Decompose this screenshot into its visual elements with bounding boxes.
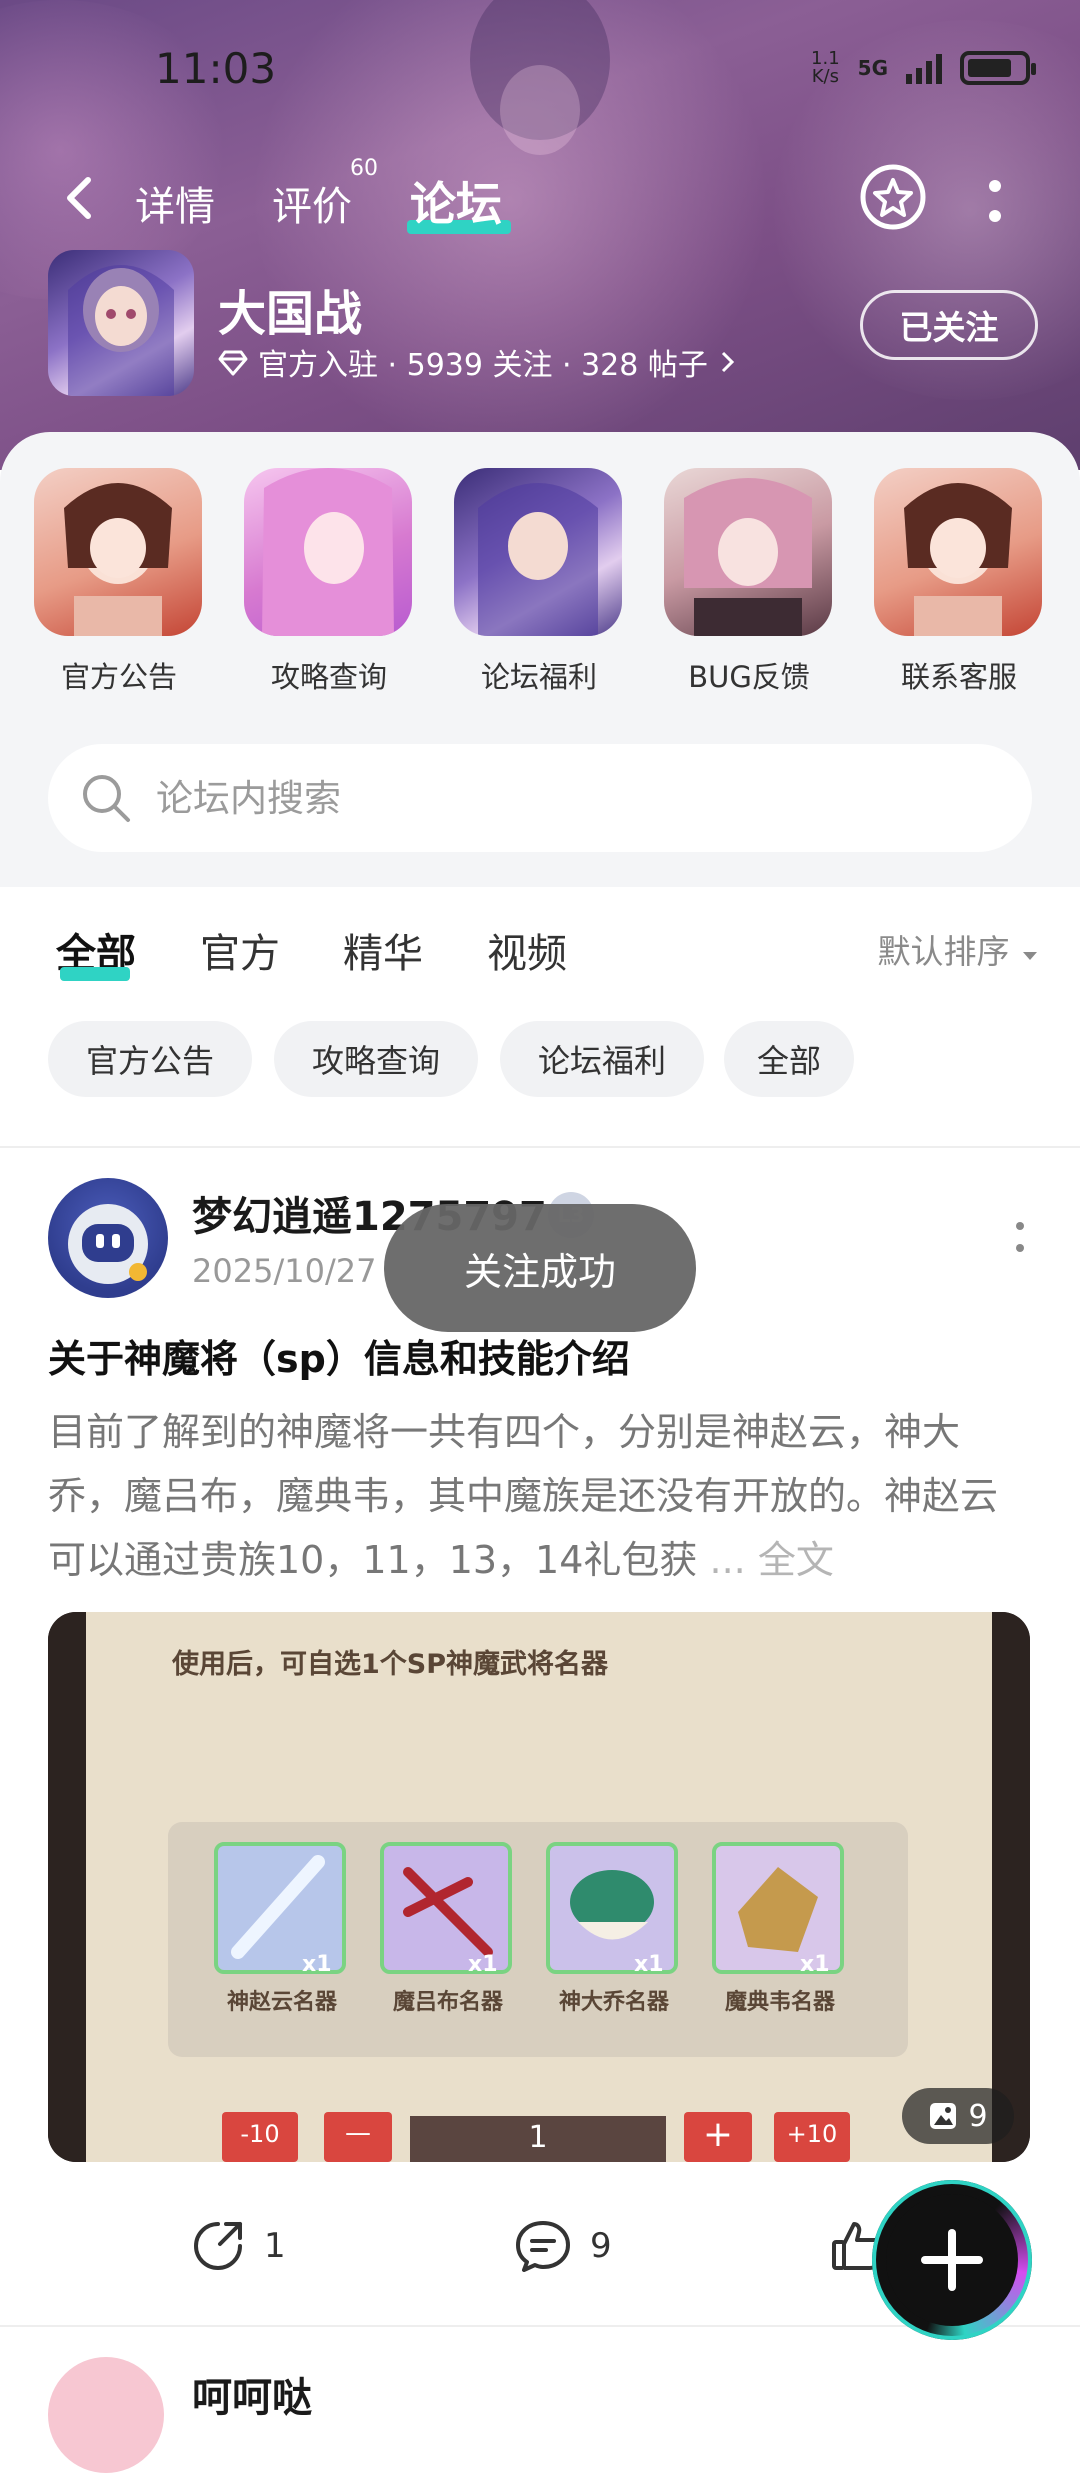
quick-link-announcements[interactable]: 官方公告 — [34, 468, 204, 696]
share-button[interactable]: 1 — [190, 2218, 286, 2274]
game-stats-text: 官方入驻 · 5939 关注 · 328 帖子 — [258, 348, 708, 383]
plus-icon — [921, 2229, 983, 2291]
next-author-avatar[interactable] — [48, 2357, 164, 2473]
status-icons: 1.1 K/s 5G — [811, 50, 1036, 86]
tab-forum[interactable]: 论坛 — [410, 168, 502, 234]
filter-tab-video[interactable]: 视频 — [487, 921, 567, 979]
robot-avatar-icon — [68, 1204, 148, 1284]
filter-tab-official[interactable]: 官方 — [200, 921, 280, 979]
quantity-value: 1 — [528, 2120, 548, 2155]
quick-link-label: 联系客服 — [900, 660, 1017, 694]
post-excerpt[interactable]: 目前了解到的神魔将一共有四个，分别是神赵云，神大乔，魔吕布，魔典韦，其中魔族是还… — [48, 1400, 1028, 1592]
item-qty: x1 — [468, 1952, 498, 1977]
create-post-button[interactable] — [872, 2180, 1032, 2340]
bug-report-thumbnail — [664, 468, 832, 636]
caret-down-icon — [1023, 952, 1037, 960]
read-full-link[interactable]: 全文 — [758, 1538, 834, 1582]
official-diamond-icon — [218, 350, 248, 376]
game-header-banner: 11:03 1.1 K/s 5G 详情 评价 60 论坛 大国战 官方入驻 · … — [0, 0, 1080, 470]
plus-ten-button: +10 — [786, 2120, 838, 2148]
comment-count: 9 — [590, 2226, 612, 2266]
next-author-name[interactable]: 呵呵哒 — [192, 2365, 312, 2423]
chip-guides[interactable]: 攻略查询 — [274, 1021, 478, 1097]
post-more-icon[interactable] — [1010, 1218, 1030, 1258]
author-avatar[interactable] — [48, 1178, 168, 1298]
screenshot-image — [48, 1612, 1030, 2162]
quick-link-bug-report[interactable]: BUG反馈 — [664, 468, 834, 696]
item-name: 魔典韦名器 — [724, 1990, 835, 2015]
game-title: 大国战 — [218, 286, 363, 342]
banner-character-icon — [470, 0, 610, 155]
game-avatar-art — [68, 265, 174, 396]
item-name: 神大乔名器 — [558, 1990, 669, 2015]
support-thumbnail — [874, 468, 1042, 636]
chevron-right-icon — [721, 351, 735, 373]
filter-tab-indicator — [60, 967, 130, 981]
ellipsis: ... — [697, 1538, 758, 1582]
follow-success-toast: 关注成功 — [384, 1204, 696, 1332]
tab-reviews[interactable]: 评价 — [272, 174, 352, 232]
next-post[interactable]: 呵呵哒 — [0, 2325, 1080, 2473]
item-qty: x1 — [302, 1952, 332, 1977]
filter-tab-featured[interactable]: 精华 — [343, 921, 423, 979]
comment-button[interactable]: 9 — [514, 2218, 612, 2274]
net-speed-unit: K/s — [811, 66, 839, 87]
quick-link-label: 论坛福利 — [480, 660, 597, 694]
item-name: 魔吕布名器 — [392, 1990, 503, 2015]
comment-icon — [516, 2221, 570, 2272]
post-title[interactable]: 关于神魔将（sp）信息和技能介绍 — [48, 1328, 630, 1383]
guides-thumbnail — [244, 468, 412, 636]
sort-dropdown[interactable]: 默认排序 — [878, 925, 1041, 973]
image-header-text: 使用后，可自选1个SP神魔武将名器 — [172, 1649, 609, 1680]
chip-announcements[interactable]: 官方公告 — [48, 1021, 252, 1097]
image-icon — [930, 2103, 957, 2129]
chip-all[interactable]: 全部 — [724, 1021, 854, 1097]
chip-benefits[interactable]: 论坛福利 — [500, 1021, 704, 1097]
battery-icon — [960, 51, 1036, 85]
signal-icon — [906, 52, 942, 84]
sort-label: 默认排序 — [877, 932, 1010, 971]
game-avatar[interactable] — [48, 250, 194, 396]
search-icon — [83, 775, 130, 822]
quick-link-label: 官方公告 — [60, 660, 177, 694]
share-count: 1 — [264, 2226, 286, 2266]
forum-panel: 官方公告 攻略查询 论坛福利 BUG反馈 联系客服 — [0, 432, 1080, 887]
share-icon — [194, 2222, 242, 2270]
favorite-star-icon[interactable] — [858, 162, 928, 232]
image-count-badge: 9 — [902, 2088, 1014, 2144]
plus-button: + — [702, 2114, 734, 2155]
net-speed: 1.1 K/s — [811, 50, 840, 86]
minus-ten-button: -10 — [240, 2120, 280, 2148]
post-date: 2025/10/27 — [192, 1252, 377, 1290]
quick-link-benefits[interactable]: 论坛福利 — [454, 468, 624, 696]
image-count: 9 — [968, 2098, 988, 2134]
announcement-thumbnail — [34, 468, 202, 636]
forum-search-bar[interactable] — [48, 744, 1032, 852]
benefits-thumbnail — [454, 468, 622, 636]
quick-link-label: 攻略查询 — [270, 660, 387, 694]
quick-link-guides[interactable]: 攻略查询 — [244, 468, 414, 696]
post-image[interactable]: 使用后，可自选1个SP神魔武将名器 x1 x1 x1 x1 神赵云名器 魔吕布名… — [48, 1612, 1030, 2162]
more-options-icon[interactable] — [980, 172, 1010, 232]
game-stats[interactable]: 官方入驻 · 5939 关注 · 328 帖子 — [218, 340, 738, 384]
top-nav: 详情 评价 60 论坛 — [0, 156, 1080, 238]
post-excerpt-text: 目前了解到的神魔将一共有四个，分别是神赵云，神大乔，魔吕布，魔典韦，其中魔族是还… — [48, 1410, 999, 1582]
status-time: 11:03 — [155, 44, 277, 93]
minus-button: — — [345, 2118, 371, 2148]
item-qty: x1 — [800, 1952, 830, 1977]
search-input[interactable] — [154, 775, 954, 821]
back-arrow-icon[interactable] — [52, 168, 112, 228]
filter-bar: 全部 官方 精华 视频 默认排序 官方公告 攻略查询 论坛福利 全部 — [0, 887, 1080, 1147]
tab-details[interactable]: 详情 — [135, 174, 215, 232]
item-name: 神赵云名器 — [226, 1990, 337, 2015]
item-qty: x1 — [634, 1952, 664, 1977]
network-type: 5G — [857, 56, 888, 80]
followed-button[interactable]: 已关注 — [860, 290, 1038, 360]
quick-link-label: BUG反馈 — [688, 660, 810, 694]
quick-link-support[interactable]: 联系客服 — [874, 468, 1044, 696]
game-info: 大国战 官方入驻 · 5939 关注 · 328 帖子 已关注 — [48, 250, 1038, 400]
reviews-count-badge: 60 — [350, 156, 378, 181]
